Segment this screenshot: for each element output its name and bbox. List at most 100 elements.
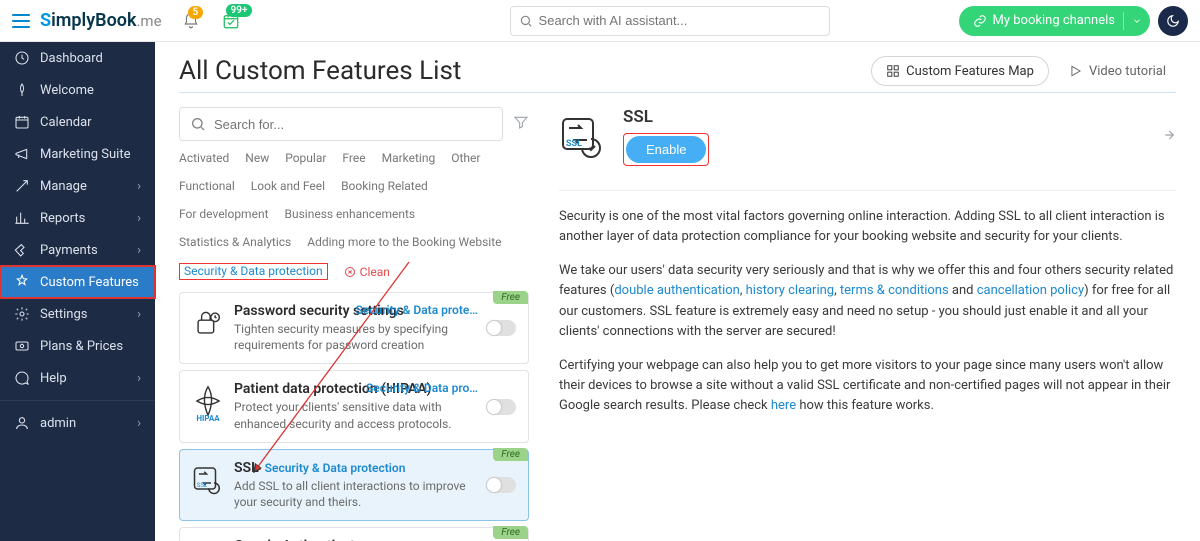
feature-category: Security & Data protection — [265, 461, 406, 475]
feature-card-password[interactable]: Free Password security settings Security… — [179, 292, 529, 364]
enable-button-highlight: Enable — [623, 133, 709, 166]
feature-desc: Add SSL to all client interactions to im… — [234, 478, 474, 510]
filter-tag[interactable]: Functional — [179, 179, 235, 193]
detail-paragraph: Certifying your webpage can also help yo… — [559, 356, 1176, 416]
sidebar-item-custom-features[interactable]: Custom Features — [0, 266, 155, 298]
feature-title: SSL — [234, 460, 259, 476]
sidebar-label: Payments — [40, 243, 98, 258]
sidebar-label: Manage — [40, 179, 87, 194]
sidebar-item-marketing[interactable]: Marketing Suite — [0, 138, 155, 170]
sidebar-item-manage[interactable]: Manage › — [0, 170, 155, 202]
video-tutorial-button[interactable]: Video tutorial — [1059, 56, 1176, 86]
link-double-auth[interactable]: double authentication — [614, 283, 740, 298]
sidebar-label: Custom Features — [40, 275, 139, 290]
sidebar-item-calendar[interactable]: Calendar — [0, 106, 155, 138]
chevron-right-icon: › — [137, 416, 141, 431]
sidebar-item-admin[interactable]: admin › — [0, 407, 155, 439]
filter-tag[interactable]: Marketing — [382, 151, 436, 165]
sidebar-item-payments[interactable]: Payments › — [0, 234, 155, 266]
filter-tag[interactable]: Popular — [285, 151, 326, 165]
link-terms[interactable]: terms & conditions — [840, 283, 949, 298]
feature-card-hipaa[interactable]: HIPAA Patient data protection (HIPAA) Se… — [179, 370, 529, 442]
chevron-right-icon: › — [137, 307, 141, 322]
chevron-down-icon — [1132, 16, 1142, 26]
link-cancellation[interactable]: cancellation policy — [977, 283, 1084, 298]
filter-tag[interactable]: Booking Related — [341, 179, 428, 193]
features-map-button[interactable]: Custom Features Map — [871, 56, 1049, 86]
filter-tags: Activated New Popular Free Marketing Oth… — [179, 151, 529, 280]
sidebar-label: Dashboard — [40, 51, 103, 66]
feature-toggle[interactable] — [486, 477, 516, 493]
sidebar-item-dashboard[interactable]: Dashboard — [0, 42, 155, 74]
detail-paragraph: We take our users' data security very se… — [559, 261, 1176, 342]
sidebar-label: Plans & Prices — [40, 339, 123, 354]
filter-tag[interactable]: Business enhancements — [285, 207, 416, 221]
x-circle-icon — [344, 266, 356, 278]
notifications-bell[interactable]: 5 — [182, 12, 200, 30]
link-here[interactable]: here — [771, 398, 796, 413]
filter-tag[interactable]: For development — [179, 207, 269, 221]
enable-button[interactable]: Enable — [626, 136, 706, 163]
features-search-input[interactable] — [214, 117, 492, 132]
global-search[interactable] — [510, 6, 830, 36]
bookings-icon[interactable]: 99+ — [222, 12, 240, 30]
link-history-clearing[interactable]: history clearing — [746, 283, 834, 298]
filter-tag[interactable]: Adding more to the Booking Website — [307, 235, 501, 249]
booking-channels-label: My booking channels — [993, 13, 1115, 28]
feature-toggle[interactable] — [486, 320, 516, 336]
feature-card-google-auth[interactable]: Free Google AuthenticatorSecurity & Data… — [179, 527, 529, 541]
sidebar-item-help[interactable]: Help › — [0, 362, 155, 394]
chevron-right-icon: › — [137, 179, 141, 194]
logo-text-3: .me — [136, 12, 161, 30]
sidebar-label: admin — [40, 416, 76, 431]
play-icon — [1069, 64, 1083, 78]
sidebar-item-reports[interactable]: Reports › — [0, 202, 155, 234]
filter-tag[interactable]: Statistics & Analytics — [179, 235, 291, 249]
filter-tag[interactable]: Other — [451, 151, 480, 165]
page-title: All Custom Features List — [179, 56, 461, 86]
bookings-count-badge: 99+ — [226, 4, 253, 17]
features-search[interactable] — [179, 107, 503, 141]
detail-description: Security is one of the most vital factor… — [559, 207, 1176, 416]
ssl-detail-icon: SSL — [559, 113, 607, 161]
link-icon — [973, 14, 987, 28]
booking-channels-button[interactable]: My booking channels — [959, 6, 1150, 36]
global-search-input[interactable] — [539, 13, 821, 28]
clean-label: Clean — [360, 265, 390, 279]
sidebar-label: Welcome — [40, 83, 94, 98]
free-badge: Free — [493, 526, 528, 539]
feature-category: Security & Data prote… — [355, 303, 478, 317]
sidebar-item-plans[interactable]: Plans & Prices — [0, 330, 155, 362]
filter-tag[interactable]: Activated — [179, 151, 229, 165]
sidebar-label: Settings — [40, 307, 87, 322]
ssl-icon: SSL — [188, 460, 228, 500]
search-icon — [519, 14, 533, 28]
filter-tag[interactable]: Look and Feel — [251, 179, 325, 193]
svg-text:SSL: SSL — [197, 482, 208, 489]
brand-logo[interactable]: SimplyBook.me — [40, 10, 162, 31]
logo-text-2: Book — [95, 10, 136, 31]
sidebar: Dashboard Welcome Calendar Marketing Sui… — [0, 42, 155, 541]
menu-toggle[interactable] — [12, 14, 30, 28]
feature-toggle[interactable] — [486, 399, 516, 415]
filter-icon[interactable] — [513, 114, 529, 134]
sidebar-item-settings[interactable]: Settings › — [0, 298, 155, 330]
notification-count-badge: 5 — [188, 6, 204, 19]
feature-card-ssl[interactable]: Free SSL SSL Security & Data protection A… — [179, 449, 529, 521]
detail-title: SSL — [623, 107, 709, 127]
collapse-icon[interactable] — [1160, 127, 1176, 147]
sidebar-item-welcome[interactable]: Welcome — [0, 74, 155, 106]
hipaa-icon: HIPAA — [188, 381, 228, 421]
detail-paragraph: Security is one of the most vital factor… — [559, 207, 1176, 247]
filter-tag[interactable]: Free — [342, 151, 365, 165]
clean-filters[interactable]: Clean — [344, 263, 390, 280]
chevron-right-icon: › — [137, 371, 141, 386]
free-badge: Free — [493, 291, 528, 304]
filter-tag-active[interactable]: Security & Data protection — [179, 263, 328, 280]
button-label: Video tutorial — [1089, 64, 1166, 79]
free-badge: Free — [493, 448, 528, 461]
moon-icon — [1166, 14, 1180, 28]
filter-tag[interactable]: New — [245, 151, 269, 165]
theme-toggle[interactable] — [1158, 6, 1188, 36]
sidebar-label: Calendar — [40, 115, 92, 130]
